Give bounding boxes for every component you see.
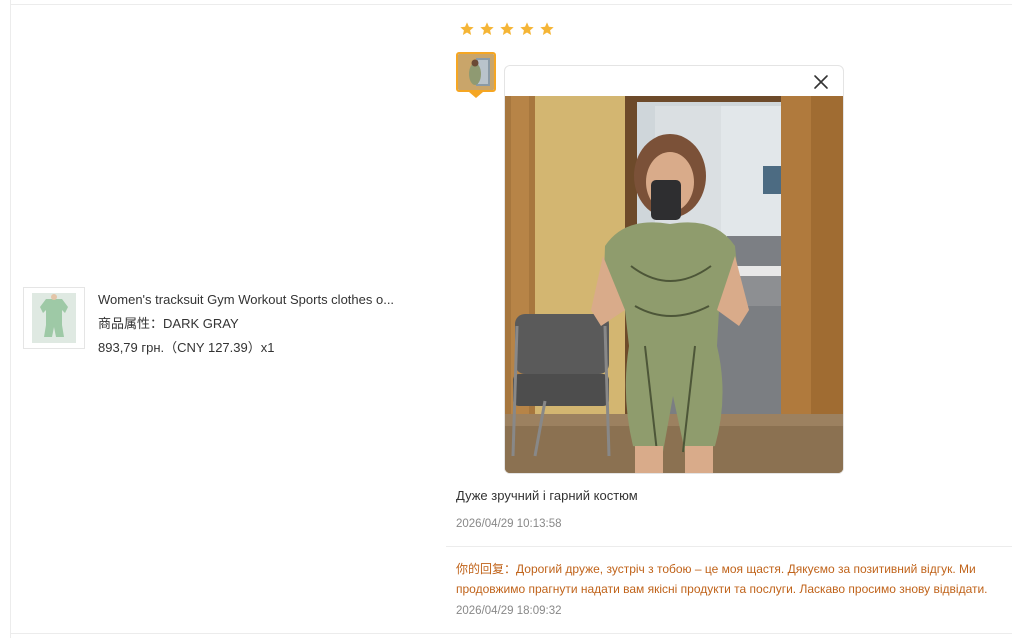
review-photo[interactable] <box>505 96 843 474</box>
star-icon <box>480 22 494 35</box>
reply-label: 你的回复： <box>456 562 517 576</box>
product-price: 893,79 грн.（CNY 127.39）x1 <box>98 340 275 355</box>
reply-date: 2026/04/29 18:09:32 <box>456 605 562 617</box>
reply-text: Дорогий друже, зустріч з тобою – це моя … <box>456 562 988 596</box>
star-icon <box>500 22 514 35</box>
review-image-thumbnail[interactable] <box>456 52 496 92</box>
seller-reply: 你的回复：Дорогий друже, зустріч з тобою – це… <box>456 559 1001 599</box>
product-image <box>32 293 76 343</box>
product-info: Women's tracksuit Gym Workout Sports clo… <box>98 287 418 360</box>
star-icon <box>540 22 554 35</box>
close-icon <box>814 75 828 89</box>
star-icon <box>520 22 534 35</box>
image-viewer <box>504 65 844 474</box>
close-button[interactable] <box>811 72 831 92</box>
product-title[interactable]: Women's tracksuit Gym Workout Sports clo… <box>98 288 418 312</box>
attribute-value: DARK GRAY <box>163 316 239 331</box>
product-thumbnail[interactable] <box>23 287 85 349</box>
product-block: Women's tracksuit Gym Workout Sports clo… <box>23 287 418 360</box>
frame-left-border <box>10 0 11 638</box>
thumbnail-active-caret <box>469 92 483 98</box>
frame-bottom-border <box>10 633 1012 634</box>
frame-top-border <box>10 4 1012 5</box>
star-icon <box>460 22 474 35</box>
reply-divider <box>446 546 1012 547</box>
review-thumb-image <box>458 54 494 90</box>
review-date: 2026/04/29 10:13:58 <box>456 518 562 530</box>
attribute-label: 商品属性： <box>98 316 164 331</box>
rating-stars <box>459 21 555 37</box>
product-attribute: 商品属性：DARK GRAY <box>98 312 418 336</box>
review-text: Дуже зручний і гарний костюм <box>456 488 638 503</box>
